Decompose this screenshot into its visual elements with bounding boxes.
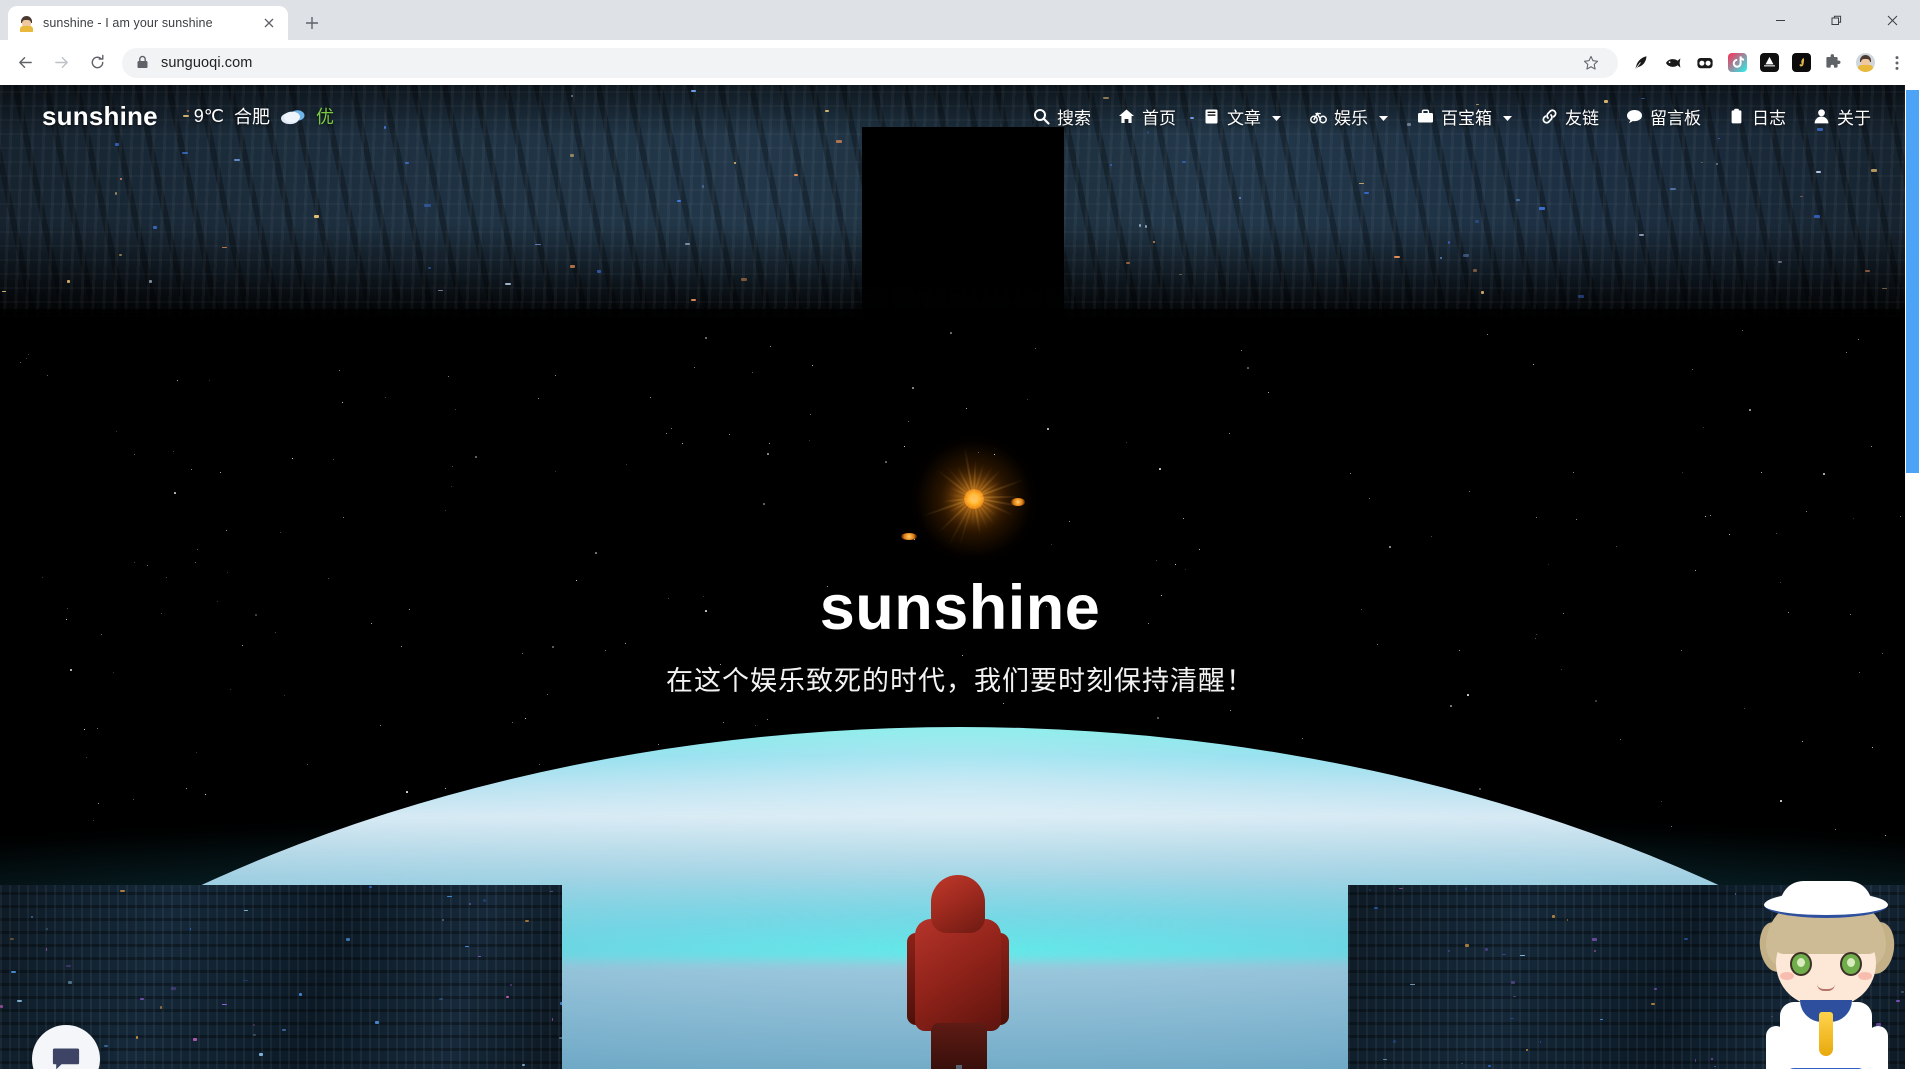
address-bar[interactable]: sunguoqi.com [122, 48, 1618, 78]
puzzle-extensions-icon[interactable] [1818, 48, 1848, 78]
browser-toolbar: sunguoqi.com [0, 40, 1920, 85]
restore-button[interactable] [1808, 0, 1864, 40]
menu-item-friend-links[interactable]: 友链 [1527, 96, 1612, 137]
site-navbar: sunshine 9℃ 合肥 优 [0, 85, 1920, 147]
menu-label: 搜索 [1057, 104, 1091, 129]
star-icon[interactable] [1578, 50, 1604, 76]
window-controls [1752, 0, 1920, 40]
user-icon [1812, 107, 1830, 125]
hero-text-block: sunshine 在这个娱乐致死的时代，我们要时刻保持清醒！ [0, 575, 1920, 698]
back-arrow-icon[interactable] [8, 46, 42, 80]
menu-item-about[interactable]: 关于 [1799, 96, 1884, 137]
chevron-down-icon [1377, 110, 1390, 123]
menu-item-log[interactable]: 日志 [1714, 96, 1799, 137]
menu-label: 友链 [1565, 104, 1599, 129]
binoculars-extension-icon[interactable] [1690, 48, 1720, 78]
chevron-down-icon [1501, 110, 1514, 123]
search-icon [1032, 107, 1050, 125]
avatar-favicon [18, 15, 35, 32]
tiktok-extension-icon[interactable] [1722, 48, 1752, 78]
hero-subtitle: 在这个娱乐致死的时代，我们要时刻保持清醒！ [0, 659, 1920, 698]
menu-item-home[interactable]: 首页 [1104, 96, 1189, 137]
menu-item-entertainment[interactable]: 娱乐 [1296, 96, 1403, 137]
page-viewport: sunshine 9℃ 合肥 优 [0, 85, 1920, 1069]
reload-icon[interactable] [80, 46, 114, 80]
new-tab-button[interactable] [297, 8, 327, 38]
scrollbar-thumb[interactable] [1906, 90, 1919, 473]
weather-temperature: 9℃ [194, 106, 224, 127]
cloud-icon [280, 107, 306, 125]
site-menu: 搜索 首页 文章 [1019, 96, 1884, 137]
menu-label: 关于 [1837, 104, 1871, 129]
chat-bubble-icon [51, 1044, 81, 1069]
chevron-down-icon [1270, 110, 1283, 123]
air-quality-badge: 优 [316, 103, 334, 129]
tab-title: sunshine - I am your sunshine [43, 16, 252, 30]
bicycle-icon [1309, 107, 1327, 125]
live2d-mascot[interactable] [1752, 880, 1902, 1069]
hero-section: sunshine 9℃ 合肥 优 [0, 85, 1920, 1069]
menu-item-search[interactable]: 搜索 [1019, 96, 1104, 137]
weather-city: 合肥 [234, 103, 270, 129]
minimize-button[interactable] [1752, 0, 1808, 40]
tab-strip: sunshine - I am your sunshine [0, 0, 1920, 40]
close-tab-icon[interactable] [260, 14, 278, 32]
profile-avatar[interactable] [1850, 48, 1880, 78]
comment-icon [1625, 107, 1643, 125]
menu-label: 娱乐 [1334, 104, 1368, 129]
site-brand[interactable]: sunshine [42, 101, 158, 132]
menu-label: 留言板 [1650, 104, 1701, 129]
briefcase-icon [1416, 107, 1434, 125]
feather-extension-icon[interactable] [1626, 48, 1656, 78]
menu-label: 文章 [1227, 104, 1261, 129]
home-icon [1117, 107, 1135, 125]
weather-widget: 9℃ 合肥 优 [194, 103, 334, 129]
close-window-button[interactable] [1864, 0, 1920, 40]
lock-icon [136, 55, 149, 70]
book-icon [1202, 107, 1220, 125]
menu-label: 首页 [1142, 104, 1176, 129]
clipboard-icon [1727, 107, 1745, 125]
hero-title: sunshine [0, 575, 1920, 641]
forward-arrow-icon[interactable] [44, 46, 78, 80]
three-dot-menu-icon[interactable] [1882, 48, 1912, 78]
menu-item-articles[interactable]: 文章 [1189, 96, 1296, 137]
dark-note-extension-icon[interactable] [1786, 48, 1816, 78]
hooded-figure [893, 875, 1023, 1069]
menu-label: 百宝箱 [1441, 104, 1492, 129]
menu-item-toolbox[interactable]: 百宝箱 [1403, 96, 1527, 137]
browser-window: sunshine - I am your sunshine [0, 0, 1920, 1069]
menu-item-guestbook[interactable]: 留言板 [1612, 96, 1714, 137]
browser-tab[interactable]: sunshine - I am your sunshine [8, 6, 288, 40]
url-text: sunguoqi.com [161, 55, 1566, 71]
fish-extension-icon[interactable] [1658, 48, 1688, 78]
page-scrollbar[interactable] [1905, 85, 1920, 1069]
astar-extension-icon[interactable] [1754, 48, 1784, 78]
sun-graphic [946, 471, 1002, 527]
menu-label: 日志 [1752, 104, 1786, 129]
link-icon [1540, 107, 1558, 125]
